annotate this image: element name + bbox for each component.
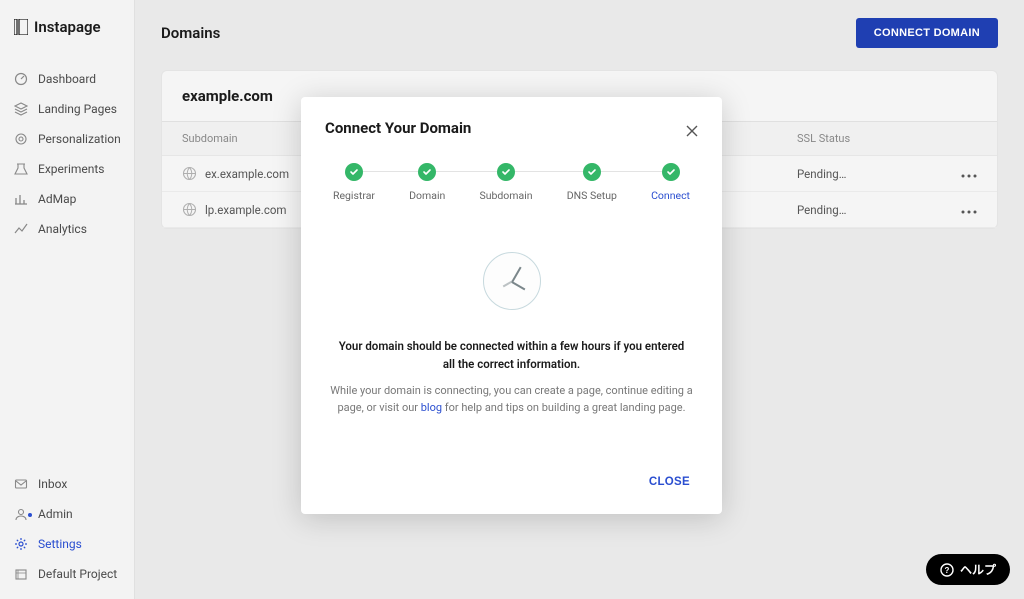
sidebar-item-label: AdMap — [38, 192, 76, 206]
sidebar-item-label: Default Project — [38, 567, 117, 581]
check-icon — [583, 163, 601, 181]
connect-domain-button[interactable]: CONNECT DOMAIN — [856, 18, 998, 48]
modal-close-button[interactable]: CLOSE — [641, 470, 698, 494]
sidebar-item-inbox[interactable]: Inbox — [0, 469, 134, 499]
user-icon — [14, 507, 28, 521]
row-actions-button[interactable] — [961, 203, 977, 217]
brand-label: Instapage — [34, 18, 101, 36]
sidebar-item-label: Dashboard — [38, 72, 96, 86]
step-label: Connect — [651, 189, 690, 202]
sidebar-item-default-project[interactable]: Default Project — [0, 559, 134, 589]
notification-dot — [28, 513, 32, 517]
sidebar-item-label: Landing Pages — [38, 102, 117, 116]
chart-icon — [14, 222, 28, 236]
bars-icon — [14, 192, 28, 206]
dashboard-icon — [14, 72, 28, 86]
sidebar-item-personalization[interactable]: Personalization — [0, 124, 134, 154]
sidebar-item-experiments[interactable]: Experiments — [0, 154, 134, 184]
blog-link[interactable]: blog — [421, 401, 442, 414]
connect-domain-modal: Connect Your Domain Registrar Domain Subdo… — [301, 97, 722, 514]
subdomain-value: ex.example.com — [205, 167, 289, 181]
sidebar-item-label: Inbox — [38, 477, 67, 491]
help-icon: ? — [940, 563, 954, 577]
brand-logo[interactable]: Instapage — [0, 0, 134, 54]
sidebar: Instapage Dashboard Landing Pages Personal… — [0, 0, 135, 599]
sidebar-item-settings[interactable]: Settings — [0, 529, 134, 559]
subdomain-value: lp.example.com — [205, 203, 286, 217]
beaker-icon — [14, 162, 28, 176]
gear-icon — [14, 537, 28, 551]
nav-top: Dashboard Landing Pages Personalization Exp… — [0, 54, 134, 244]
sidebar-item-label: Personalization — [38, 132, 121, 146]
nav-bottom: Inbox Admin Settings Default Project — [0, 469, 134, 589]
modal-message: Your domain should be connected within a… — [325, 338, 698, 374]
modal-subtext-post: for help and tips on building a great la… — [442, 401, 685, 414]
sidebar-item-label: Experiments — [38, 162, 105, 176]
clock-illustration — [325, 252, 698, 310]
step-label: Domain — [409, 189, 445, 202]
target-icon — [14, 132, 28, 146]
page-header: Domains CONNECT DOMAIN — [161, 0, 998, 66]
check-icon — [345, 163, 363, 181]
step-registrar[interactable]: Registrar — [333, 163, 375, 202]
ssl-status: Pending… — [797, 167, 917, 181]
sidebar-item-admin[interactable]: Admin — [0, 499, 134, 529]
svg-text:?: ? — [945, 566, 950, 575]
brand-icon — [14, 19, 28, 35]
modal-footer: CLOSE — [325, 470, 698, 494]
modal-stepper: Registrar Domain Subdomain DNS Setup Connect — [333, 163, 690, 202]
sidebar-item-analytics[interactable]: Analytics — [0, 214, 134, 244]
sidebar-item-label: Analytics — [38, 222, 87, 236]
sidebar-item-label: Admin — [38, 507, 73, 521]
step-label: DNS Setup — [567, 189, 617, 202]
page-title: Domains — [161, 24, 220, 42]
sidebar-item-dashboard[interactable]: Dashboard — [0, 64, 134, 94]
sidebar-item-label: Settings — [38, 537, 82, 551]
step-label: Registrar — [333, 189, 375, 202]
step-label: Subdomain — [479, 189, 532, 202]
folder-icon — [14, 567, 28, 581]
modal-subtext: While your domain is connecting, you can… — [325, 374, 698, 416]
clock-icon — [483, 252, 541, 310]
modal-header: Connect Your Domain — [325, 119, 698, 137]
close-icon[interactable] — [686, 122, 698, 134]
help-label: ヘルプ — [960, 561, 996, 578]
step-dns-setup[interactable]: DNS Setup — [567, 163, 617, 202]
globe-icon — [182, 166, 197, 181]
sidebar-item-admap[interactable]: AdMap — [0, 184, 134, 214]
modal-title: Connect Your Domain — [325, 119, 471, 137]
check-icon — [662, 163, 680, 181]
layers-icon — [14, 102, 28, 116]
step-domain[interactable]: Domain — [409, 163, 445, 202]
globe-icon — [182, 202, 197, 217]
ssl-status: Pending… — [797, 203, 917, 217]
step-subdomain[interactable]: Subdomain — [479, 163, 532, 202]
check-icon — [418, 163, 436, 181]
help-widget[interactable]: ? ヘルプ — [926, 554, 1010, 585]
step-connect[interactable]: Connect — [651, 163, 690, 202]
inbox-icon — [14, 477, 28, 491]
sidebar-item-landing-pages[interactable]: Landing Pages — [0, 94, 134, 124]
check-icon — [497, 163, 515, 181]
row-actions-button[interactable] — [961, 167, 977, 181]
col-ssl: SSL Status — [797, 132, 917, 145]
